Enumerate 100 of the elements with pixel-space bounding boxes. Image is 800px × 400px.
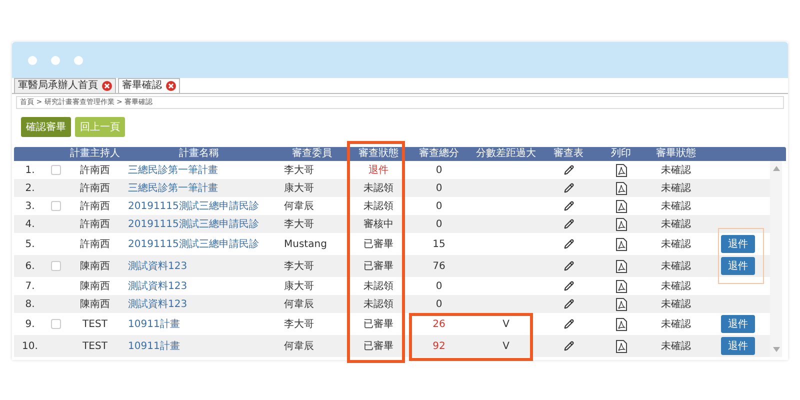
- row-number: 7.: [24, 280, 36, 294]
- tab[interactable]: 審畢確認: [118, 78, 180, 93]
- tab[interactable]: 軍醫局承辦人首頁: [14, 78, 116, 93]
- close-icon[interactable]: [166, 81, 176, 91]
- column-header: 列印: [610, 147, 632, 161]
- row-checkbox[interactable]: [51, 165, 61, 175]
- review-status: 未認領: [364, 298, 394, 310]
- plan-link[interactable]: 測試資料123: [128, 298, 188, 310]
- confirm-status: 未確認: [661, 318, 691, 330]
- return-button[interactable]: 退件: [721, 257, 755, 275]
- total-score: 0: [436, 164, 442, 176]
- host-name: 陳南西: [80, 260, 110, 272]
- review-status: 未認領: [364, 182, 394, 194]
- edit-icon[interactable]: [564, 299, 574, 309]
- column-header: 計畫主持人: [69, 147, 121, 161]
- return-button[interactable]: 退件: [721, 315, 755, 333]
- row-checkbox[interactable]: [51, 201, 61, 211]
- total-score: 26: [432, 318, 446, 330]
- edit-icon[interactable]: [564, 219, 574, 229]
- close-icon[interactable]: [102, 81, 112, 91]
- column-header: 審查表: [552, 147, 584, 161]
- plan-link[interactable]: 三總民診第一筆計畫: [128, 182, 218, 194]
- total-score: 0: [436, 182, 442, 194]
- row-number: 5.: [24, 238, 36, 252]
- row-checkbox[interactable]: [51, 319, 61, 329]
- total-score: 15: [432, 238, 446, 250]
- edit-icon[interactable]: [564, 319, 574, 329]
- edit-icon[interactable]: [564, 201, 574, 211]
- confirm-status: 未確認: [661, 280, 691, 292]
- review-status: 已審畢: [364, 340, 394, 352]
- total-score: 0: [436, 218, 442, 230]
- pdf-icon[interactable]: [616, 298, 626, 310]
- action-button[interactable]: 確認審畢: [21, 117, 71, 137]
- reviewer-name: 李大哥: [284, 218, 314, 230]
- row-number: 8.: [24, 298, 36, 312]
- column-header: 審查委員: [291, 147, 333, 161]
- edit-icon[interactable]: [564, 261, 574, 271]
- total-score: 0: [436, 298, 442, 310]
- pdf-icon[interactable]: [616, 340, 626, 352]
- host-name: 陳南西: [80, 298, 110, 310]
- pdf-icon[interactable]: [616, 164, 626, 176]
- row-number: 4.: [24, 218, 36, 232]
- plan-link[interactable]: 20191115測試三總申請民診: [128, 238, 259, 250]
- plan-link[interactable]: 測試資料123: [128, 280, 188, 292]
- reviewer-name: 康大哥: [284, 280, 314, 292]
- score-gap-mark: V: [502, 318, 510, 330]
- pdf-icon[interactable]: [616, 218, 626, 230]
- row-number: 6.: [24, 260, 36, 274]
- reviewer-name: 何韋辰: [284, 340, 314, 352]
- row-number: 9.: [24, 318, 36, 332]
- pdf-icon[interactable]: [616, 280, 626, 292]
- edit-icon[interactable]: [564, 165, 574, 175]
- host-name: 許南西: [80, 238, 110, 250]
- confirm-status: 未確認: [661, 298, 691, 310]
- pdf-icon[interactable]: [616, 318, 626, 330]
- column-header: 審查總分: [418, 147, 460, 161]
- row-number: 1.: [24, 164, 36, 178]
- review-status: 退件: [368, 164, 388, 176]
- plan-link[interactable]: 10911計畫: [128, 318, 180, 330]
- review-status: 已審畢: [364, 238, 394, 250]
- edit-icon[interactable]: [564, 183, 574, 193]
- column-header: 分數差距過大: [475, 147, 537, 161]
- return-button[interactable]: 退件: [721, 337, 755, 355]
- host-name: 許南西: [80, 200, 110, 212]
- pdf-icon[interactable]: [616, 182, 626, 194]
- host-name: 陳南西: [80, 280, 110, 292]
- row-number: 3.: [24, 200, 36, 214]
- edit-icon[interactable]: [564, 341, 574, 351]
- host-name: 許南西: [80, 218, 110, 230]
- total-score: 0: [436, 280, 442, 292]
- pdf-icon[interactable]: [616, 200, 626, 212]
- reviewer-name: 康大哥: [284, 182, 314, 194]
- review-status: 審核中: [364, 218, 394, 230]
- confirm-status: 未確認: [661, 164, 691, 176]
- total-score: 76: [432, 260, 446, 272]
- host-name: 許南西: [80, 182, 110, 194]
- review-status: 未認領: [364, 280, 394, 292]
- reviewer-name: 何韋辰: [284, 298, 314, 310]
- pdf-icon[interactable]: [616, 238, 626, 250]
- plan-link[interactable]: 20191115測試三總申請民診: [128, 218, 259, 230]
- edit-icon[interactable]: [564, 239, 574, 249]
- host-name: TEST: [82, 318, 108, 330]
- plan-link[interactable]: 測試資料123: [128, 260, 188, 272]
- plan-link[interactable]: 三總民診第一筆計畫: [128, 164, 218, 176]
- reviewer-name: 何韋辰: [284, 200, 314, 212]
- confirm-status: 未確認: [661, 200, 691, 212]
- edit-icon[interactable]: [564, 281, 574, 291]
- reviewer-name: 李大哥: [284, 164, 314, 176]
- reviewer-name: 李大哥: [284, 318, 314, 330]
- pdf-icon[interactable]: [616, 260, 626, 272]
- row-number: 2.: [24, 182, 36, 196]
- confirm-status: 未確認: [661, 260, 691, 272]
- row-checkbox[interactable]: [51, 261, 61, 271]
- reviewer-name: 李大哥: [284, 260, 314, 272]
- review-status: 已審畢: [364, 318, 394, 330]
- plan-link[interactable]: 20191115測試三總申請民診: [128, 200, 259, 212]
- column-header: 審查狀態: [358, 147, 400, 161]
- host-name: 許南西: [80, 164, 110, 176]
- return-button[interactable]: 退件: [721, 235, 755, 253]
- plan-link[interactable]: 10911計畫: [128, 340, 180, 352]
